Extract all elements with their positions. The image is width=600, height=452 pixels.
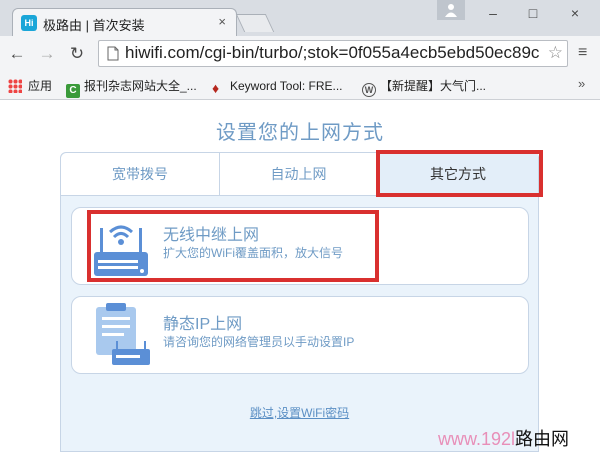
green-c-icon: C <box>66 84 80 98</box>
tab-pppoe[interactable]: 宽带拨号 <box>61 153 220 195</box>
option-static-ip[interactable]: 静态IP上网 请咨询您的网络管理员以手动设置IP <box>71 296 529 374</box>
apps-grid-icon <box>8 79 22 93</box>
back-arrow-icon[interactable]: ← <box>6 44 28 64</box>
forward-arrow-icon[interactable]: → <box>36 44 58 64</box>
hiwifi-favicon-icon: Hi <box>21 15 37 31</box>
wordpress-icon: W <box>362 83 376 97</box>
tab-close-icon[interactable]: × <box>218 14 226 29</box>
minimize-button[interactable]: – <box>474 2 512 24</box>
browser-toolbar: ← → ↻ hiwifi.com/cgi-bin/turbo/;stok=0f0… <box>0 36 600 72</box>
page-content: 设置您的上网方式 宽带拨号 自动上网 其它方式 无线中继上网 扩大您的WiFi覆… <box>0 100 600 452</box>
bookmarks-bar: 应用 C 报刊杂志网站大全_... ♦ Keyword Tool: FRE... W… <box>0 72 600 100</box>
flame-icon: ♦ <box>212 80 220 96</box>
bookmark-item[interactable]: C 报刊杂志网站大全_... <box>66 77 197 98</box>
watermark: www.192l路由网 <box>438 429 570 449</box>
browser-tab[interactable]: Hi 极路由 | 首次安装 × <box>12 8 237 36</box>
option-title: 静态IP上网 <box>163 316 243 333</box>
new-tab-button[interactable] <box>235 14 275 32</box>
url-text: hiwifi.com/cgi-bin/turbo/;stok=0f055a4ec… <box>125 43 540 62</box>
static-ip-clipboard-router-icon <box>96 303 150 365</box>
menu-icon[interactable]: ≡ <box>578 44 587 62</box>
maximize-button[interactable]: □ <box>514 2 552 24</box>
profile-button[interactable] <box>437 0 465 20</box>
bookmark-item[interactable]: W 【新提醒】大气门... <box>362 77 486 97</box>
highlight-other-tab <box>376 150 543 197</box>
page-title: 设置您的上网方式 <box>216 122 384 144</box>
page-icon <box>107 46 119 61</box>
bookmark-star-icon[interactable]: ☆ <box>548 43 563 63</box>
bookmark-item[interactable]: ♦ Keyword Tool: FRE... <box>212 77 343 95</box>
user-icon <box>445 4 457 17</box>
close-window-button[interactable]: × <box>556 2 594 24</box>
option-description: 请咨询您的网络管理员以手动设置IP <box>163 335 355 349</box>
reload-icon[interactable]: ↻ <box>66 44 88 64</box>
address-bar[interactable]: hiwifi.com/cgi-bin/turbo/;stok=0f055a4ec… <box>98 40 568 67</box>
bookmark-apps[interactable]: 应用 <box>8 77 52 95</box>
tab-dhcp[interactable]: 自动上网 <box>220 153 378 195</box>
browser-titlebar: Hi 极路由 | 首次安装 × – □ × <box>0 0 600 36</box>
skip-set-wifi-password-link[interactable]: 跳过,设置WiFi密码 <box>61 404 538 421</box>
tab-title: 极路由 | 首次安装 <box>43 18 145 33</box>
connection-mode-panel: 宽带拨号 自动上网 其它方式 无线中继上网 扩大您的WiFi覆盖面积，放大信号 <box>60 152 539 452</box>
highlight-wireless-repeater <box>87 210 379 282</box>
bookmarks-more-icon[interactable]: » <box>578 76 585 91</box>
